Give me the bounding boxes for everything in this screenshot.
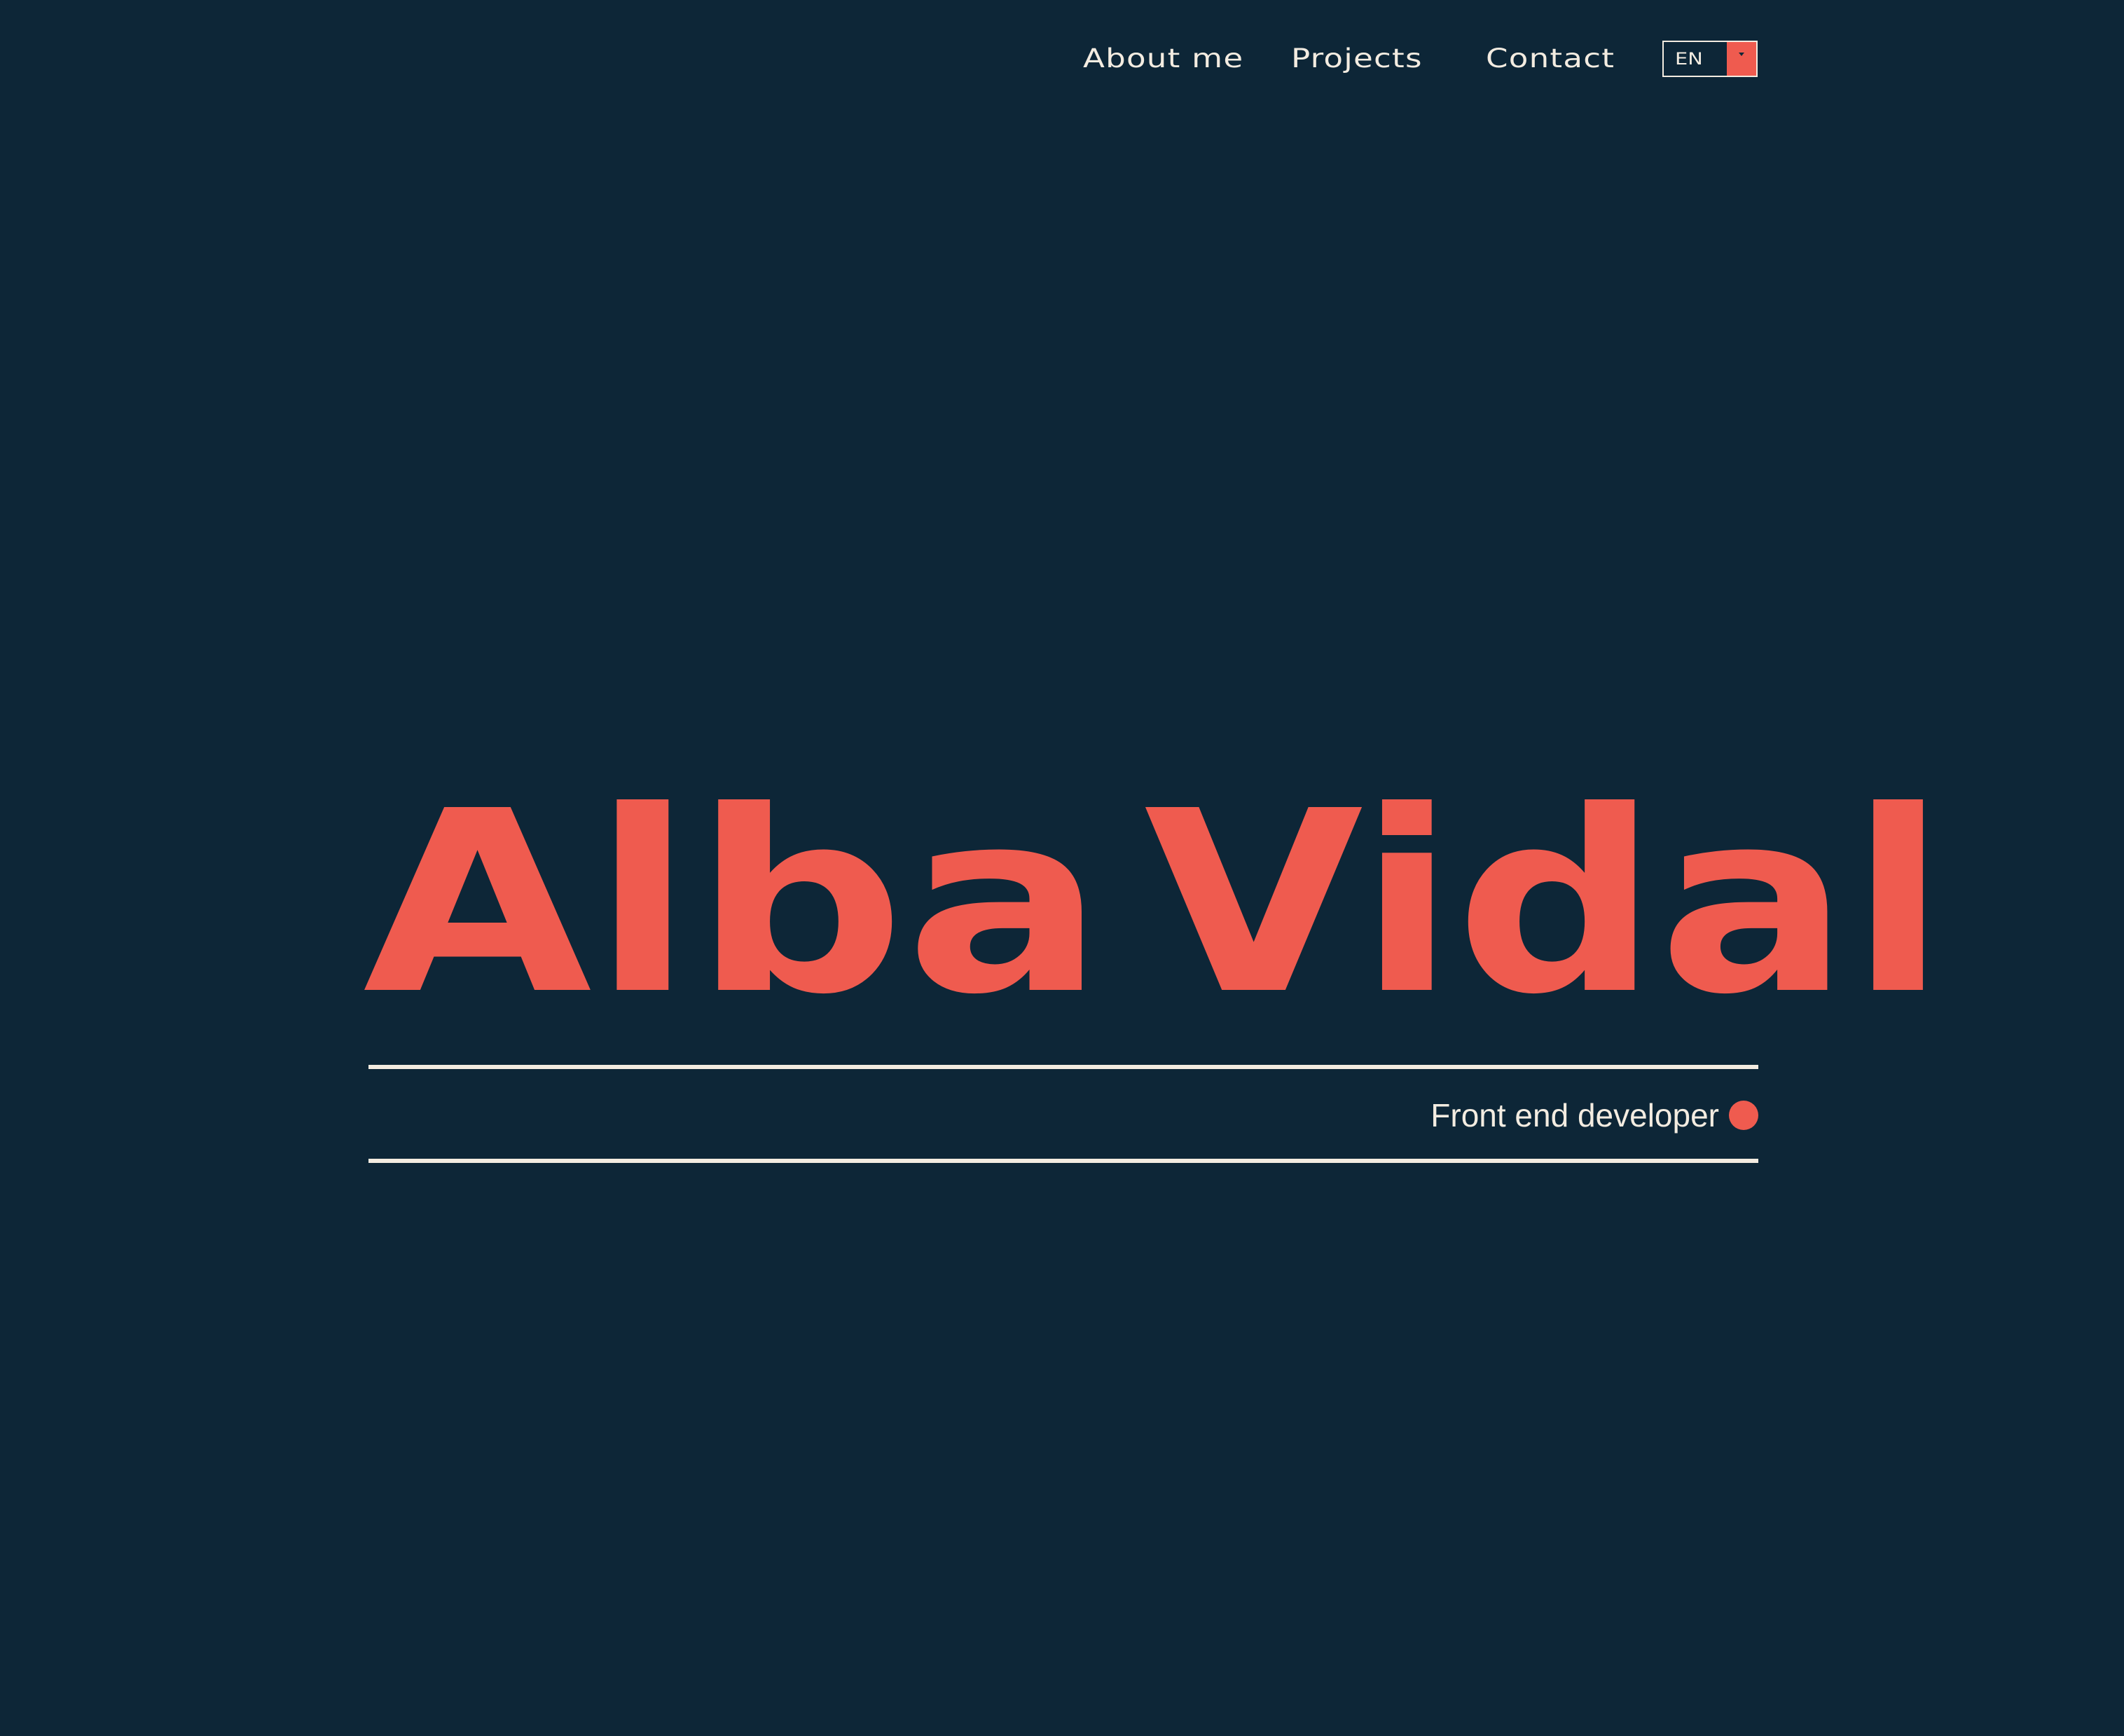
hero-last-name: Vidal bbox=[1144, 758, 1947, 1049]
role-line: Front end developer bbox=[1121, 1096, 1758, 1135]
accent-dot-icon bbox=[1729, 1101, 1758, 1130]
role-text: Front end developer bbox=[1430, 1097, 1719, 1134]
bottom-divider bbox=[368, 1159, 1758, 1163]
hero-first-name: Alba bbox=[363, 758, 1105, 1049]
chevron-down-icon bbox=[1739, 53, 1744, 56]
language-select[interactable]: EN bbox=[1662, 41, 1758, 77]
nav-link-contact[interactable]: Contact bbox=[1486, 43, 1615, 74]
nav-link-about-me[interactable]: About me bbox=[1083, 43, 1243, 74]
language-select-toggle[interactable] bbox=[1727, 42, 1756, 76]
nav-link-projects[interactable]: Projects bbox=[1291, 43, 1423, 74]
top-divider bbox=[368, 1065, 1758, 1069]
language-select-value: EN bbox=[1675, 49, 1703, 69]
